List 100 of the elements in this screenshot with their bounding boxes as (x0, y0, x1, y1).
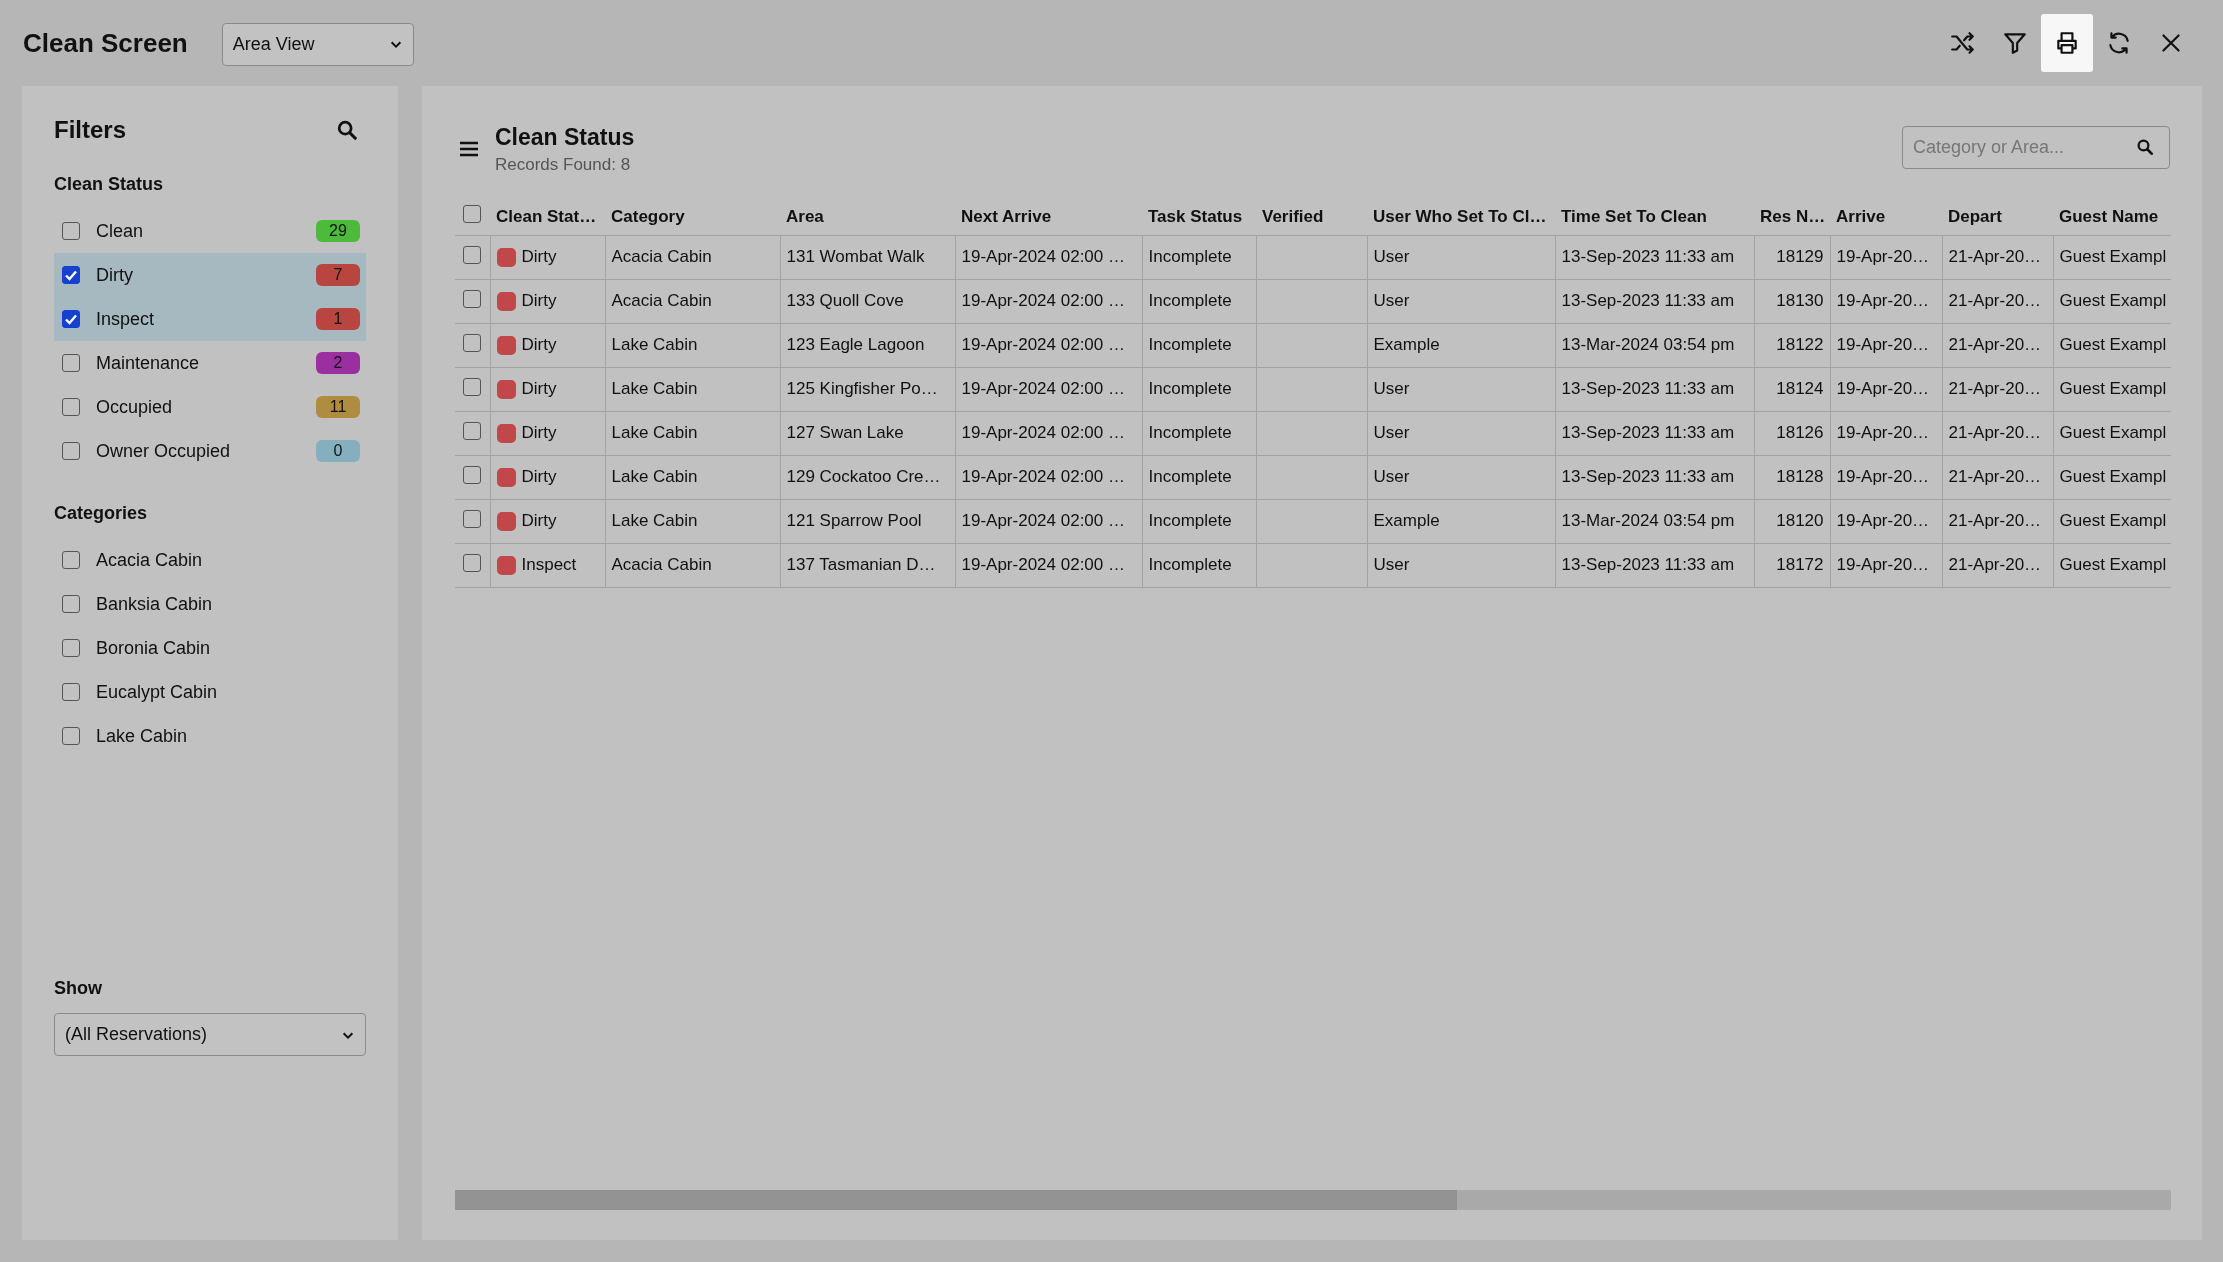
checkbox[interactable] (62, 683, 80, 701)
horizontal-scrollbar[interactable] (455, 1190, 2171, 1210)
column-header[interactable]: Res N… (1754, 199, 1830, 235)
row-checkbox[interactable] (463, 465, 481, 484)
filter-label: Maintenance (96, 352, 201, 374)
table-cell: 13-Mar-2024 03:54 pm (1561, 335, 1735, 354)
table-cell: Incomplete (1148, 247, 1232, 266)
table-cell: Dirty (521, 379, 557, 399)
checkbox[interactable] (62, 595, 80, 613)
checkbox[interactable] (62, 354, 80, 372)
column-header[interactable]: Category (605, 199, 780, 235)
table-cell: 13-Sep-2023 11:33 am (1561, 555, 1735, 574)
screen-title: Clean Screen (23, 27, 188, 59)
table-cell: 18130 (1776, 291, 1824, 310)
count-badge: 11 (316, 396, 360, 418)
filter-label: Banksia Cabin (96, 593, 214, 615)
table-cell: User (1373, 467, 1410, 486)
row-checkbox[interactable] (463, 333, 481, 352)
table-cell: 13-Mar-2024 03:54 pm (1561, 511, 1735, 530)
row-checkbox[interactable] (463, 553, 481, 572)
printer-icon (2054, 30, 2080, 56)
table-cell: 19-Apr-20… (1836, 423, 1930, 442)
section-heading: Show (54, 978, 103, 999)
table-cell: 131 Wombat Walk (786, 247, 925, 266)
table-cell: 19-Apr-2024 02:00 … (961, 247, 1125, 266)
column-header[interactable]: Arrive (1830, 199, 1942, 235)
row-checkbox[interactable] (463, 245, 481, 264)
row-checkbox[interactable] (463, 509, 481, 528)
count-badge: 29 (316, 220, 360, 242)
column-header[interactable]: User Who Set To Cl… (1367, 199, 1555, 235)
table-cell: Lake Cabin (611, 511, 698, 530)
table-cell: 21-Apr-20… (1948, 467, 2042, 486)
filter-row-highlight[interactable]: Inspect 1 (54, 297, 366, 341)
row-checkbox[interactable] (463, 289, 481, 308)
menu-icon (459, 140, 479, 158)
table-cell: 19-Apr-2024 02:00 … (961, 335, 1125, 354)
table-cell: 19-Apr-2024 02:00 … (961, 467, 1125, 486)
checkbox[interactable] (62, 727, 80, 745)
view-dropdown[interactable]: Area View (221, 22, 414, 66)
table-cell: 125 Kingfisher Po… (786, 379, 938, 398)
table-cell: 18126 (1776, 423, 1824, 442)
table-cell: Incomplete (1148, 291, 1232, 310)
row-checkbox[interactable] (463, 377, 481, 396)
table-cell: 18172 (1776, 555, 1824, 574)
checkbox[interactable] (62, 266, 80, 284)
checkbox[interactable] (62, 310, 80, 328)
row-checkbox[interactable] (463, 421, 481, 440)
table-cell: 21-Apr-20… (1948, 247, 2042, 266)
table-cell: 19-Apr-20… (1836, 335, 1930, 354)
checkbox[interactable] (62, 551, 80, 569)
checkbox[interactable] (62, 398, 80, 416)
section-heading: Clean Status (54, 174, 165, 195)
filter-label: Boronia Cabin (96, 637, 212, 659)
table-cell: 18129 (1776, 247, 1824, 266)
table-cell: Guest Exampl (2059, 335, 2167, 354)
column-header[interactable]: Verified (1256, 199, 1367, 235)
search-icon (2136, 138, 2154, 156)
column-header[interactable]: Time Set To Clean (1555, 199, 1754, 235)
table-cell: Acacia Cabin (611, 247, 712, 266)
filter-icon (2002, 30, 2028, 56)
checkbox[interactable] (62, 442, 80, 460)
menu-button[interactable] (459, 140, 479, 158)
column-header[interactable]: Clean Stat… (490, 199, 605, 235)
table-cell: Incomplete (1148, 379, 1232, 398)
count-badge: 0 (316, 440, 360, 462)
table-cell: Example (1373, 511, 1440, 530)
filter-row-highlight[interactable]: Dirty 7 (54, 253, 366, 297)
search-icon (336, 119, 358, 141)
records-count: Records Found: 8 (495, 155, 632, 175)
table-cell: 129 Cockatoo Cre… (786, 467, 941, 486)
table-cell: 19-Apr-2024 02:00 … (961, 423, 1125, 442)
column-header[interactable]: Area (780, 199, 955, 235)
table-cell: Dirty (521, 335, 557, 355)
table-cell: Example (1373, 335, 1440, 354)
table-cell: Dirty (521, 247, 557, 267)
printer-button[interactable] (2041, 14, 2093, 72)
column-header[interactable]: Next Arrive (955, 199, 1142, 235)
table-cell: 21-Apr-20… (1948, 423, 2042, 442)
table-cell: 121 Sparrow Pool (786, 511, 922, 530)
select-all-checkbox[interactable] (463, 205, 481, 224)
table-cell: Incomplete (1148, 423, 1232, 442)
search-button[interactable] (336, 119, 358, 141)
filter-label: Eucalypt Cabin (96, 681, 219, 703)
show-dropdown[interactable]: (All Reservations) (54, 1013, 366, 1056)
table-cell: Dirty (521, 291, 557, 311)
panel-title: Clean Status (495, 124, 635, 151)
table-cell: Dirty (521, 423, 557, 443)
table-cell: Dirty (521, 467, 557, 487)
checkbox[interactable] (62, 639, 80, 657)
table-cell: Guest Exampl (2059, 379, 2167, 398)
shuffle-icon (1950, 30, 1976, 56)
count-badge: 1 (316, 308, 360, 330)
column-header[interactable]: Guest Name (2053, 199, 2171, 235)
checkbox[interactable] (62, 222, 80, 240)
column-header[interactable]: Task Status (1142, 199, 1256, 235)
column-header[interactable]: Depart (1942, 199, 2053, 235)
filter-label: Owner Occupied (96, 440, 232, 462)
search-field[interactable]: Category or Area... (1902, 126, 2170, 169)
filter-label: Clean (96, 220, 145, 242)
scrollbar-thumb[interactable] (455, 1190, 1458, 1210)
